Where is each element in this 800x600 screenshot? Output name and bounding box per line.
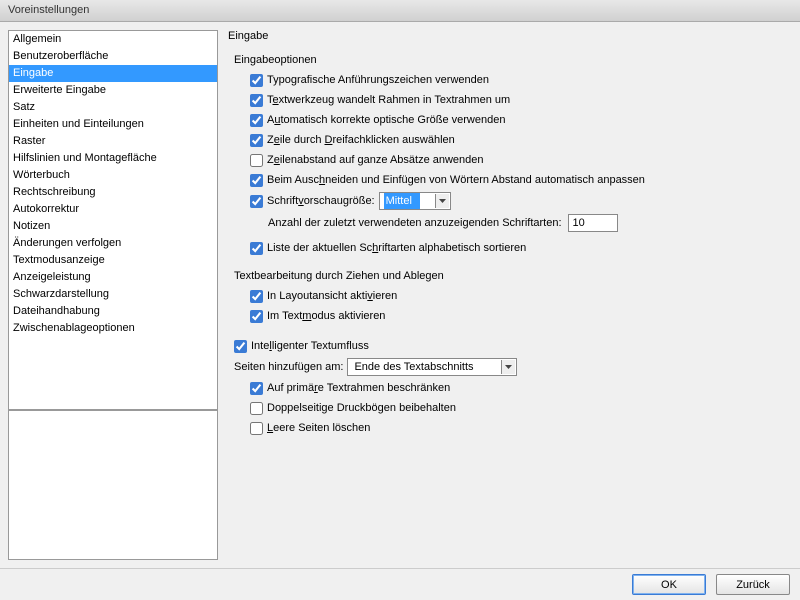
sidebar-item-textmodusanzeige[interactable]: Textmodusanzeige [9, 252, 217, 269]
sidebar-item-hilfslinien-und-montagefl-che[interactable]: Hilfslinien und Montagefläche [9, 150, 217, 167]
sidebar-item-raster[interactable]: Raster [9, 133, 217, 150]
checkbox-adjust-spacing[interactable] [250, 174, 263, 187]
chevron-down-icon [435, 194, 449, 208]
select-value: Mittel [384, 193, 420, 209]
main-panel: Eingabe Eingabeoptionen Typografische An… [224, 30, 792, 560]
sidebar-item-dateihandhabung[interactable]: Dateihandhabung [9, 303, 217, 320]
checkbox-typographic-quotes[interactable] [250, 74, 263, 87]
sidebar-item-autokorrektur[interactable]: Autokorrektur [9, 201, 217, 218]
label-triple-click[interactable]: Zeile durch Dreifachklicken auswählen [267, 132, 455, 148]
label-primary-frames[interactable]: Auf primäre Textrahmen beschränken [267, 380, 450, 396]
label-preserve-spreads[interactable]: Doppelseitige Druckbögen beibehalten [267, 400, 456, 416]
group-input-options: Eingabeoptionen Typografische Anführungs… [228, 54, 788, 256]
checkbox-auto-optical-size[interactable] [250, 114, 263, 127]
window-title: Voreinstellungen [0, 0, 800, 22]
label-leading-whole-para[interactable]: Zeilenabstand auf ganze Absätze anwenden [267, 152, 484, 168]
label-alpha-sort-fonts[interactable]: Liste der aktuellen Schriftarten alphabe… [267, 240, 526, 256]
label-layout-view[interactable]: In Layoutansicht aktivieren [267, 288, 397, 304]
select-add-pages[interactable]: Ende des Textabschnitts [347, 358, 517, 376]
input-recent-fonts[interactable] [568, 214, 618, 232]
group-smart-reflow: Intelligenter Textumfluss Seiten hinzufü… [228, 338, 788, 436]
sidebar: AllgemeinBenutzeroberflächeEingabeErweit… [8, 30, 218, 560]
panel-title: Eingabe [228, 30, 788, 42]
label-smart-reflow[interactable]: Intelligenter Textumfluss [251, 338, 369, 354]
checkbox-text-mode[interactable] [250, 310, 263, 323]
group-title-drag-drop: Textbearbeitung durch Ziehen und Ablegen [234, 270, 788, 282]
select-value: Ende des Textabschnitts [352, 359, 481, 375]
select-font-preview-size[interactable]: Mittel [379, 192, 451, 210]
group-drag-drop: Textbearbeitung durch Ziehen und Ablegen… [228, 270, 788, 324]
sidebar-item-satz[interactable]: Satz [9, 99, 217, 116]
label-delete-empty[interactable]: Leere Seiten löschen [267, 420, 370, 436]
checkbox-alpha-sort-fonts[interactable] [250, 242, 263, 255]
sidebar-item-benutzeroberfl-che[interactable]: Benutzeroberfläche [9, 48, 217, 65]
label-recent-fonts: Anzahl der zuletzt verwendeten anzuzeige… [268, 217, 562, 229]
sidebar-extra-box [8, 410, 218, 560]
checkbox-font-preview[interactable] [250, 195, 263, 208]
label-auto-optical-size[interactable]: Automatisch korrekte optische Größe verw… [267, 112, 505, 128]
back-button[interactable]: Zurück [716, 574, 790, 595]
label-text-mode[interactable]: Im Textmodus aktivieren [267, 308, 385, 324]
checkbox-delete-empty[interactable] [250, 422, 263, 435]
label-text-tool-frame[interactable]: Textwerkzeug wandelt Rahmen in Textrahme… [267, 92, 510, 108]
chevron-down-icon [501, 360, 515, 374]
label-add-pages: Seiten hinzufügen am: [234, 359, 343, 375]
label-font-preview[interactable]: Schriftvorschaugröße: [267, 193, 375, 209]
checkbox-preserve-spreads[interactable] [250, 402, 263, 415]
checkbox-primary-frames[interactable] [250, 382, 263, 395]
ok-button[interactable]: OK [632, 574, 706, 595]
sidebar-item-allgemein[interactable]: Allgemein [9, 31, 217, 48]
content-area: AllgemeinBenutzeroberflächeEingabeErweit… [0, 22, 800, 568]
button-bar: OK Zurück [0, 568, 800, 600]
sidebar-item-erweiterte-eingabe[interactable]: Erweiterte Eingabe [9, 82, 217, 99]
sidebar-item-schwarzdarstellung[interactable]: Schwarzdarstellung [9, 286, 217, 303]
checkbox-leading-whole-para[interactable] [250, 154, 263, 167]
group-title-input-options: Eingabeoptionen [234, 54, 788, 66]
label-typographic-quotes[interactable]: Typografische Anführungszeichen verwende… [267, 72, 489, 88]
sidebar-item--nderungen-verfolgen[interactable]: Änderungen verfolgen [9, 235, 217, 252]
label-adjust-spacing[interactable]: Beim Auschneiden und Einfügen von Wörter… [267, 172, 645, 188]
sidebar-item-w-rterbuch[interactable]: Wörterbuch [9, 167, 217, 184]
category-list[interactable]: AllgemeinBenutzeroberflächeEingabeErweit… [8, 30, 218, 410]
checkbox-triple-click[interactable] [250, 134, 263, 147]
sidebar-item-eingabe[interactable]: Eingabe [9, 65, 217, 82]
sidebar-item-rechtschreibung[interactable]: Rechtschreibung [9, 184, 217, 201]
preferences-window: Voreinstellungen AllgemeinBenutzeroberfl… [0, 0, 800, 600]
checkbox-smart-reflow[interactable] [234, 340, 247, 353]
sidebar-item-einheiten-und-einteilungen[interactable]: Einheiten und Einteilungen [9, 116, 217, 133]
sidebar-item-zwischenablageoptionen[interactable]: Zwischenablageoptionen [9, 320, 217, 337]
checkbox-layout-view[interactable] [250, 290, 263, 303]
sidebar-item-notizen[interactable]: Notizen [9, 218, 217, 235]
sidebar-item-anzeigeleistung[interactable]: Anzeigeleistung [9, 269, 217, 286]
checkbox-text-tool-frame[interactable] [250, 94, 263, 107]
